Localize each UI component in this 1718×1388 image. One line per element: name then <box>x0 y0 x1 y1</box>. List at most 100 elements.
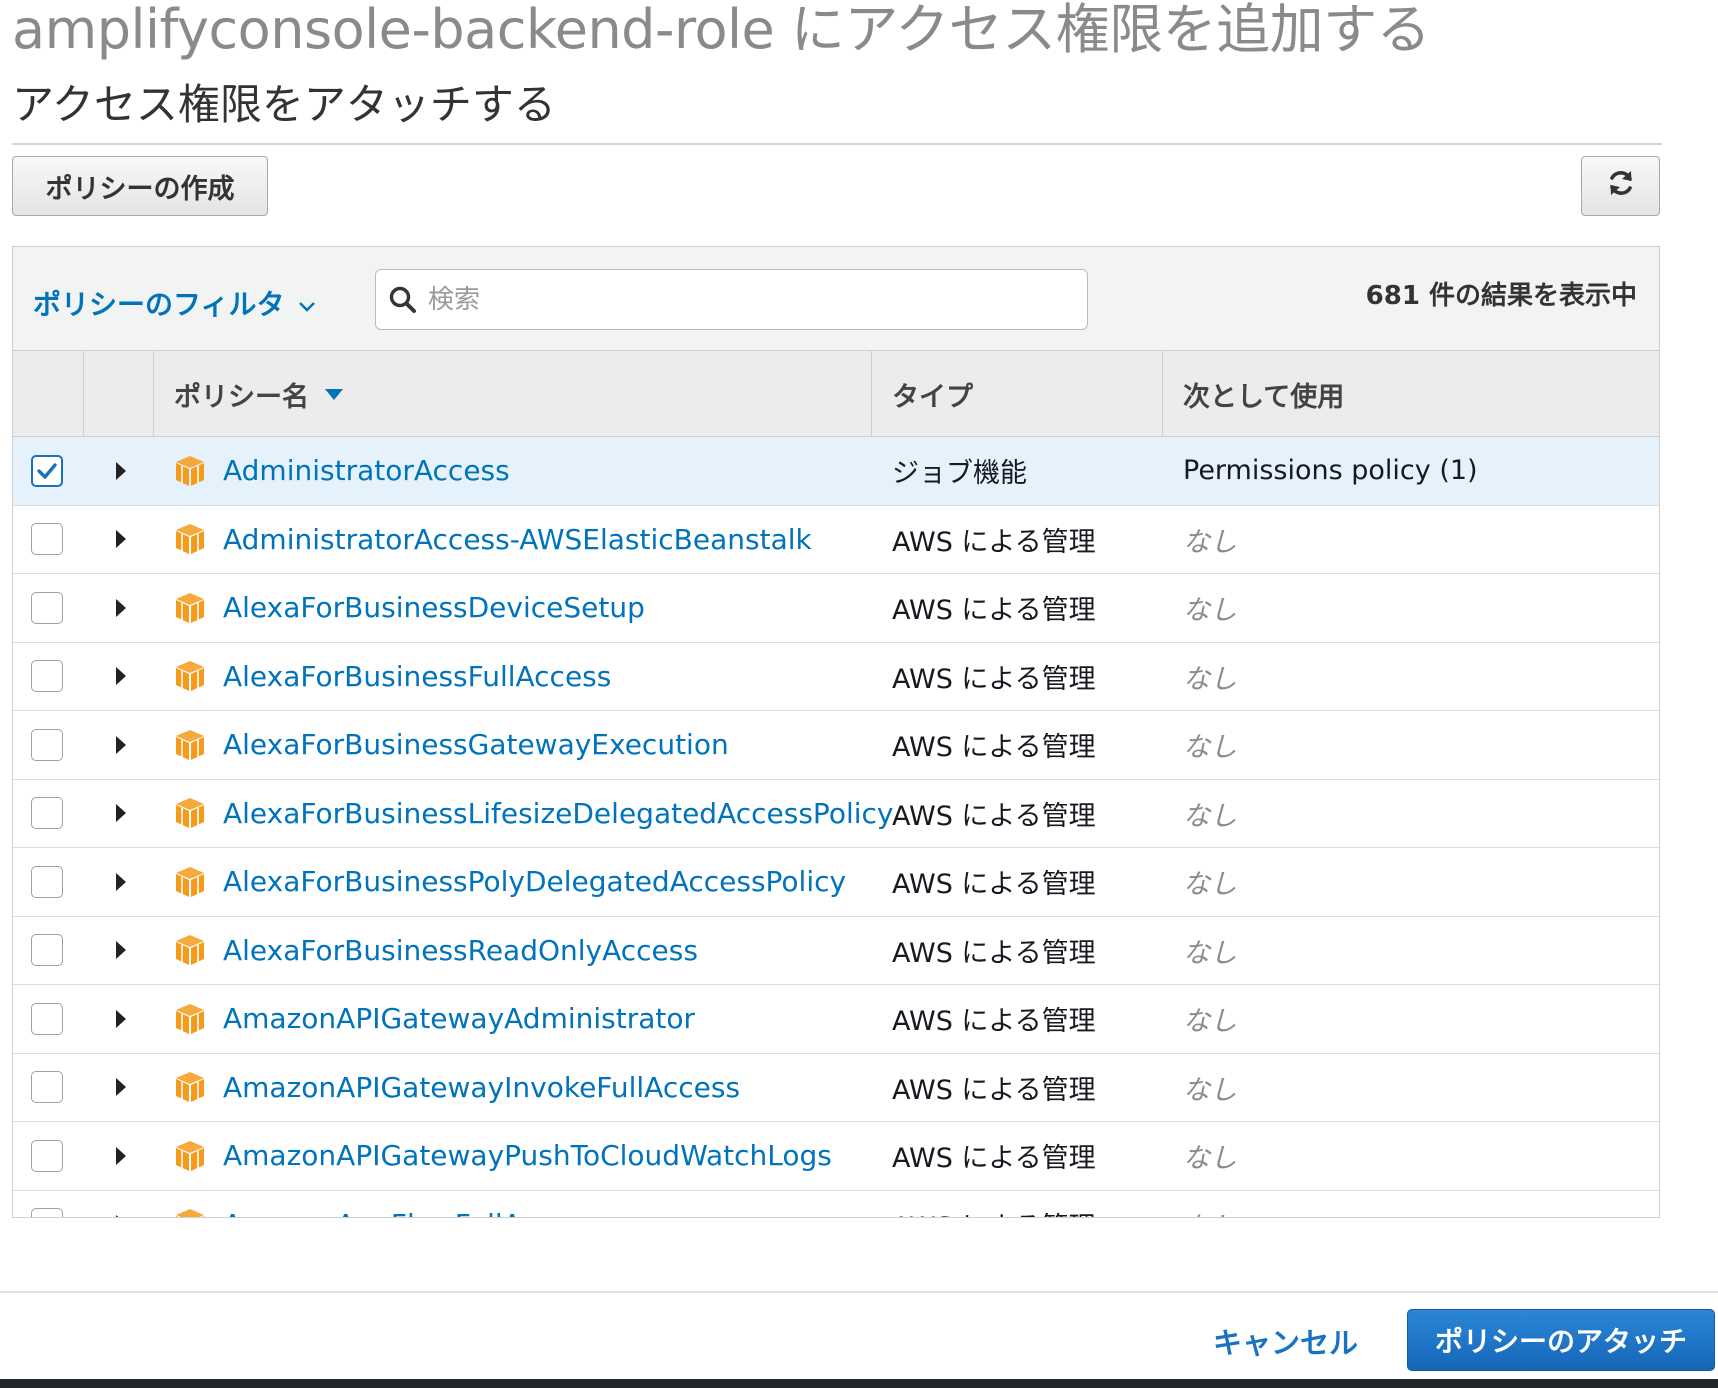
expand-arrow-icon[interactable] <box>116 1009 126 1028</box>
header-expand-column <box>84 351 154 437</box>
table-row[interactable]: AlexaForBusinessFullAccess AWS による管理 なし <box>13 642 1659 711</box>
policy-used-as: Permissions policy (1) <box>1183 455 1478 487</box>
row-checkbox[interactable] <box>31 660 63 693</box>
row-checkbox-cell <box>31 1191 63 1217</box>
policy-name-link[interactable]: AdministratorAccess-AWSElasticBeanstalk <box>223 523 812 556</box>
policy-type: ジョブ機能 <box>892 458 1027 490</box>
expand-arrow-icon[interactable] <box>116 941 126 960</box>
header-checkbox-column <box>13 351 84 437</box>
policy-cube-icon <box>173 1207 207 1217</box>
policy-type: AWS による管理 <box>892 1143 1096 1175</box>
expand-arrow-icon[interactable] <box>116 1078 126 1097</box>
policy-used-as: なし <box>1183 1074 1237 1106</box>
refresh-button[interactable] <box>1581 156 1660 216</box>
policy-name-link[interactable]: AlexaForBusinessReadOnlyAccess <box>223 934 698 967</box>
policy-name-link[interactable]: AmazonAppFlowFullAccess <box>223 1208 599 1217</box>
table-row[interactable]: AdministratorAccess-AWSElasticBeanstalk A… <box>13 505 1659 574</box>
attach-policy-dialog: amplifyconsole-backend-role にアクセス権限を追加する… <box>0 0 1718 1388</box>
chevron-down-icon <box>298 287 316 320</box>
expand-arrow-icon[interactable] <box>116 872 126 891</box>
row-checkbox[interactable] <box>31 523 63 556</box>
policy-filter-dropdown[interactable]: ポリシーのフィルタ <box>33 283 316 323</box>
attach-policy-button[interactable]: ポリシーのアタッチ <box>1407 1309 1715 1371</box>
row-checkbox[interactable] <box>31 797 63 830</box>
header-policy-name[interactable]: ポリシー名 <box>154 351 872 437</box>
expand-arrow-icon[interactable] <box>116 1146 126 1165</box>
expand-arrow-icon[interactable] <box>116 461 126 480</box>
policy-name-cell: AlexaForBusinessDeviceSetup <box>173 574 645 642</box>
policy-cube-icon <box>173 659 207 693</box>
policy-type: AWS による管理 <box>892 1074 1096 1106</box>
policy-name-link[interactable]: AlexaForBusinessFullAccess <box>223 660 611 693</box>
header-used-as[interactable]: 次として使用 <box>1163 351 1659 437</box>
header-type[interactable]: タイプ <box>872 351 1163 437</box>
table-row[interactable]: AlexaForBusinessGatewayExecution AWS による管… <box>13 711 1659 780</box>
create-policy-button[interactable]: ポリシーの作成 <box>12 156 268 216</box>
row-checkbox[interactable] <box>31 728 63 761</box>
row-checkbox-cell <box>31 917 63 985</box>
search-input[interactable] <box>428 284 1048 315</box>
row-checkbox[interactable] <box>31 934 63 967</box>
row-checkbox-cell <box>31 643 63 711</box>
table-header: ポリシー名 タイプ 次として使用 <box>13 351 1659 437</box>
policy-used-as: なし <box>1183 800 1237 832</box>
search-icon <box>388 285 418 315</box>
policy-name-link[interactable]: AlexaForBusinessLifesizeDelegatedAccessP… <box>223 797 893 830</box>
row-checkbox-cell <box>31 711 63 779</box>
row-expand-cell <box>116 711 126 779</box>
row-checkbox[interactable] <box>31 865 63 898</box>
table-row[interactable]: AmazonAPIGatewayPushToCloudWatchLogs AWS … <box>13 1122 1659 1191</box>
table-body: AdministratorAccess ジョブ機能 Permissions poli… <box>13 437 1659 1217</box>
expand-arrow-icon[interactable] <box>116 735 126 754</box>
row-expand-cell <box>116 1054 126 1122</box>
table-row[interactable]: AlexaForBusinessDeviceSetup AWS による管理 なし <box>13 574 1659 643</box>
expand-arrow-icon[interactable] <box>116 804 126 823</box>
table-row[interactable]: AdministratorAccess ジョブ機能 Permissions poli… <box>13 437 1659 506</box>
policy-name-link[interactable]: AmazonAPIGatewayPushToCloudWatchLogs <box>223 1139 832 1172</box>
expand-arrow-icon[interactable] <box>116 667 126 686</box>
policy-name-link[interactable]: AlexaForBusinessPolyDelegatedAccessPolic… <box>223 865 846 898</box>
sort-descending-icon <box>325 388 343 400</box>
policy-cube-icon <box>173 1139 207 1173</box>
policy-type: AWS による管理 <box>892 732 1096 764</box>
cancel-button[interactable]: キャンセル <box>1213 1320 1358 1362</box>
policy-name-link[interactable]: AmazonAPIGatewayAdministrator <box>223 1002 695 1035</box>
policy-used-as: なし <box>1183 595 1237 627</box>
bottom-bar <box>0 1379 1718 1388</box>
footer-divider <box>0 1291 1718 1293</box>
table-row[interactable]: AmazonAPIGatewayAdministrator AWS による管理 なし <box>13 985 1659 1054</box>
row-expand-cell <box>116 506 126 574</box>
policy-name-link[interactable]: AmazonAPIGatewayInvokeFullAccess <box>223 1071 740 1104</box>
policy-filter-label: ポリシーのフィルタ <box>33 288 285 321</box>
refresh-icon <box>1606 168 1636 205</box>
row-checkbox[interactable] <box>31 1208 63 1217</box>
policy-type: AWS による管理 <box>892 663 1096 695</box>
policy-used-as: なし <box>1183 869 1237 901</box>
table-row[interactable]: AmazonAppFlowFullAccess AWS による管理 なし <box>13 1190 1659 1217</box>
expand-arrow-icon[interactable] <box>116 598 126 617</box>
policy-used-as: なし <box>1183 1006 1237 1038</box>
expand-arrow-icon[interactable] <box>116 530 126 549</box>
policy-type: AWS による管理 <box>892 1006 1096 1038</box>
row-checkbox[interactable] <box>31 454 63 487</box>
row-checkbox[interactable] <box>31 1071 63 1104</box>
policy-name-cell: AdministratorAccess <box>173 437 510 505</box>
row-expand-cell <box>116 1122 126 1190</box>
row-expand-cell <box>116 574 126 642</box>
table-row[interactable]: AlexaForBusinessLifesizeDelegatedAccessP… <box>13 779 1659 848</box>
policy-name-link[interactable]: AdministratorAccess <box>223 454 510 487</box>
search-box[interactable] <box>375 269 1088 330</box>
policy-name-cell: AdministratorAccess-AWSElasticBeanstalk <box>173 506 812 574</box>
policy-name-link[interactable]: AlexaForBusinessGatewayExecution <box>223 728 729 761</box>
policy-name-cell: AlexaForBusinessLifesizeDelegatedAccessP… <box>173 780 893 848</box>
table-row[interactable]: AlexaForBusinessReadOnlyAccess AWS による管理 な… <box>13 916 1659 985</box>
row-checkbox[interactable] <box>31 1002 63 1035</box>
policy-name-link[interactable]: AlexaForBusinessDeviceSetup <box>223 591 645 624</box>
row-checkbox[interactable] <box>31 591 63 624</box>
policy-used-as: なし <box>1183 663 1237 695</box>
row-checkbox[interactable] <box>31 1139 63 1172</box>
policy-name-cell: AlexaForBusinessReadOnlyAccess <box>173 917 698 985</box>
table-row[interactable]: AmazonAPIGatewayInvokeFullAccess AWS による管… <box>13 1053 1659 1122</box>
policy-used-as: なし <box>1183 1143 1237 1175</box>
table-row[interactable]: AlexaForBusinessPolyDelegatedAccessPolic… <box>13 848 1659 917</box>
